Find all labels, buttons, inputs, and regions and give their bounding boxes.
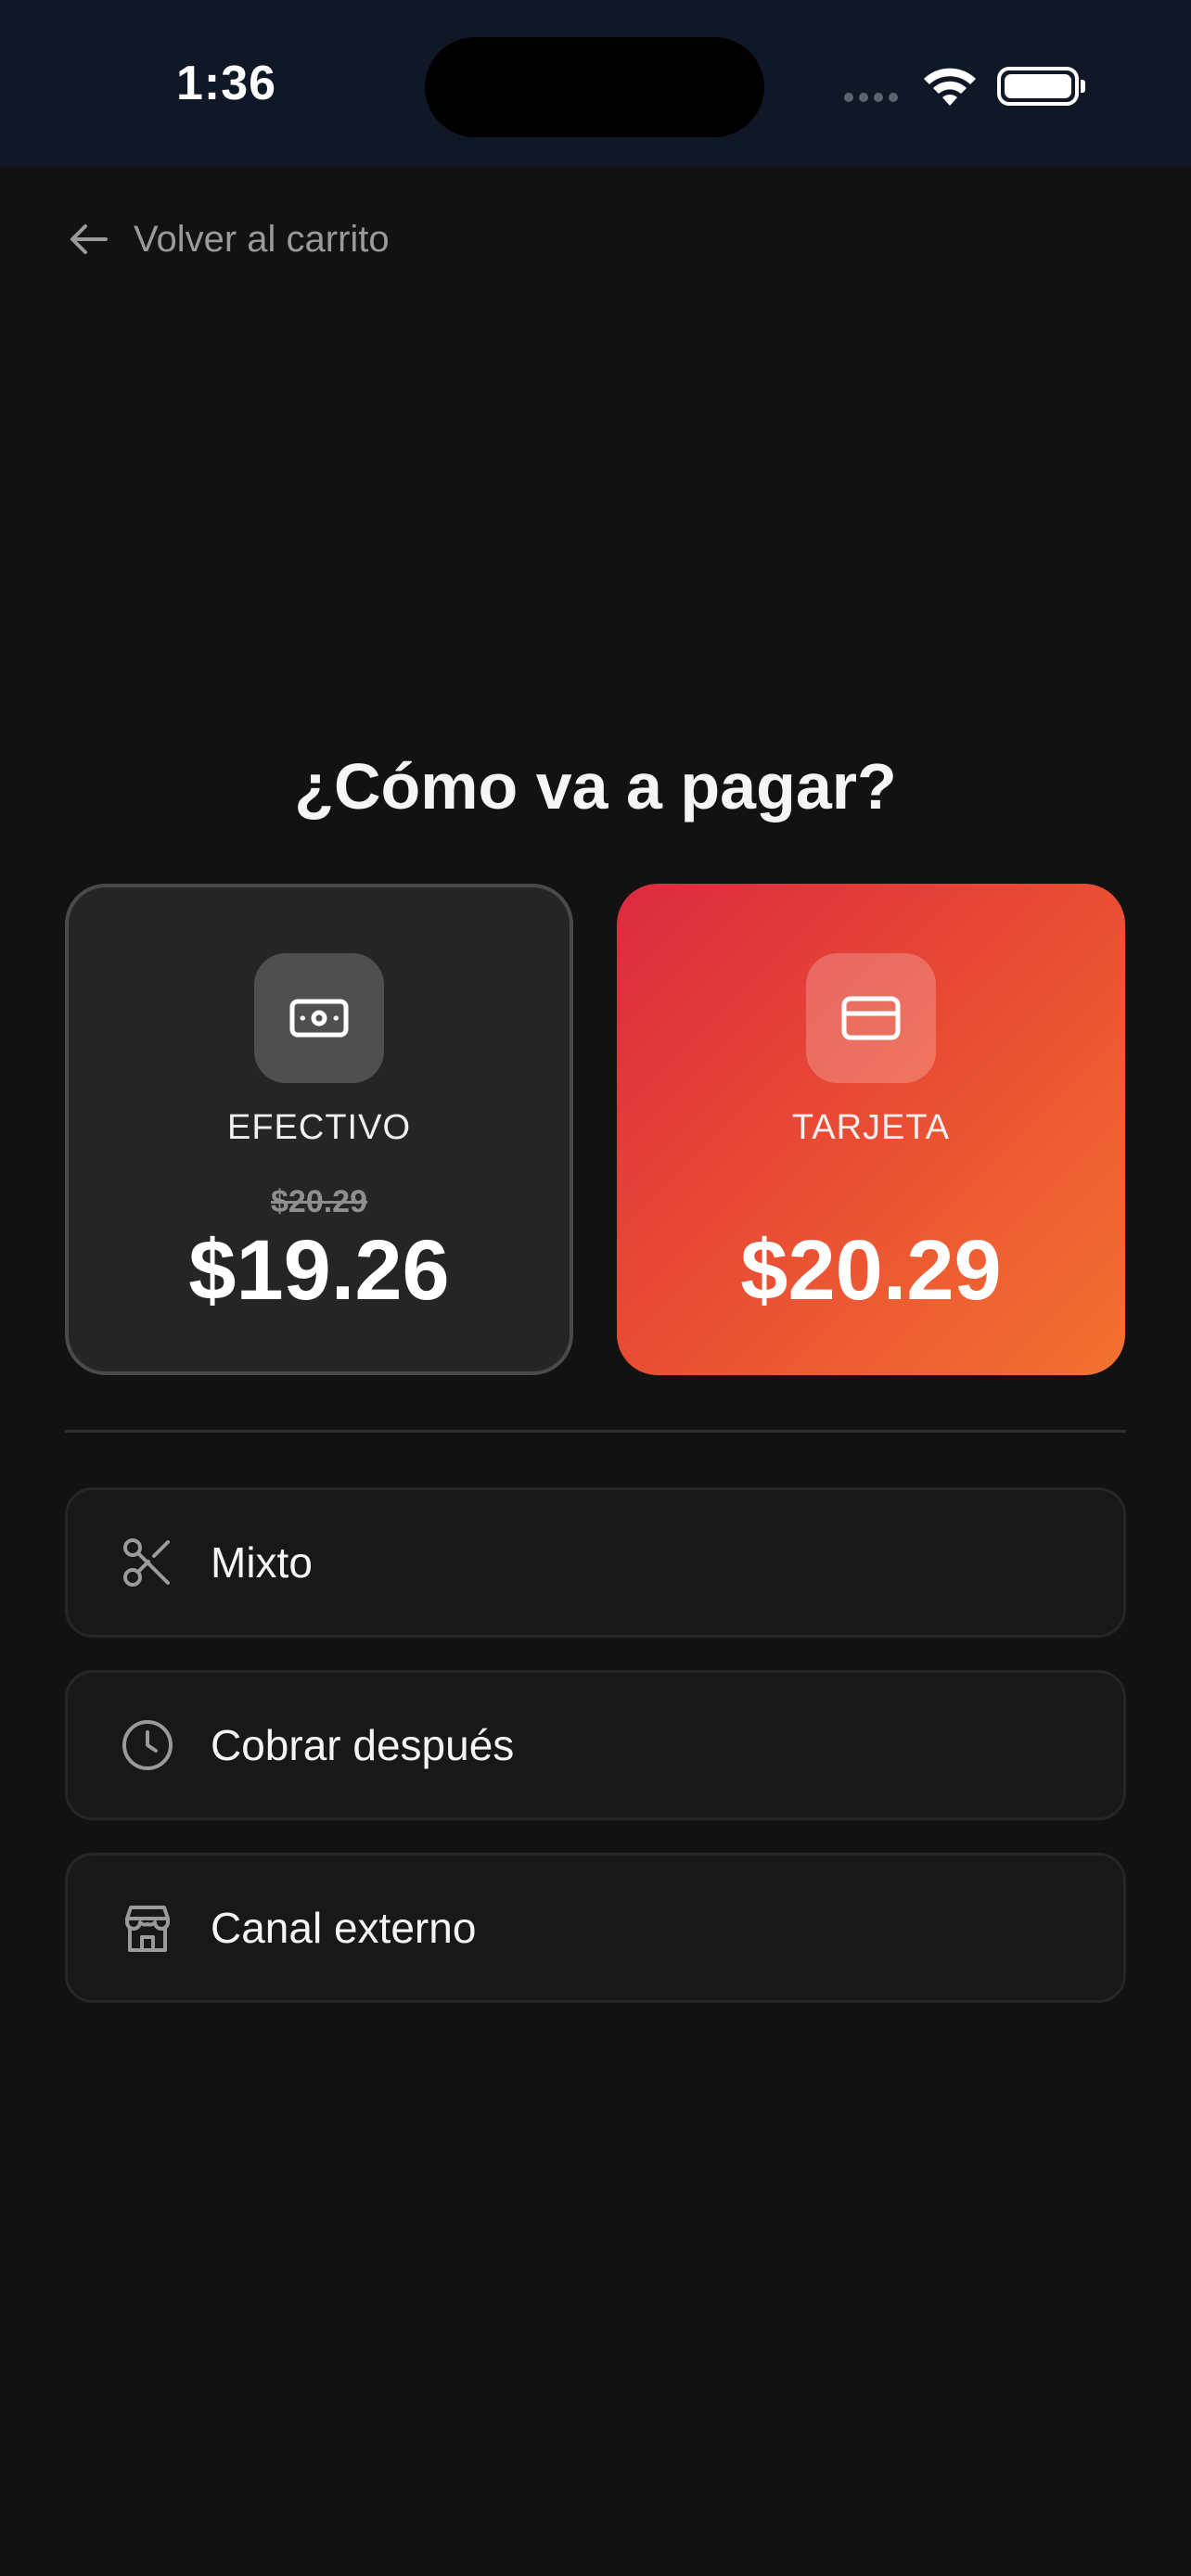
card-label: TARJETA (791, 1108, 951, 1147)
option-cobrar-despues[interactable]: Cobrar después (65, 1670, 1126, 1820)
scissors-icon (123, 1538, 170, 1587)
status-time: 1:36 (176, 57, 277, 110)
option-mixto[interactable]: Mixto (65, 1487, 1126, 1638)
cash-payment-card[interactable]: EFECTIVO $20.29 $19.26 (65, 884, 573, 1375)
dynamic-island (425, 37, 764, 137)
cash-original-price: $20.29 (271, 1184, 367, 1219)
option-label: Cobrar después (211, 1721, 515, 1769)
cash-icon-box (254, 953, 384, 1083)
cash-price: $19.26 (188, 1223, 450, 1318)
back-to-cart-button[interactable]: Volver al carrito (65, 211, 390, 267)
page-title: ¿Cómo va a pagar? (294, 750, 897, 823)
cash-label: EFECTIVO (226, 1108, 412, 1147)
option-canal-externo[interactable]: Canal externo (65, 1853, 1126, 2003)
store-icon (125, 1906, 170, 1952)
card-price: $20.29 (740, 1223, 1002, 1318)
clock-icon (122, 1720, 173, 1770)
back-label: Volver al carrito (134, 218, 390, 260)
status-bar: 1:36 (0, 0, 1191, 167)
divider (65, 1430, 1126, 1433)
option-label: Mixto (211, 1538, 313, 1587)
battery-icon (997, 67, 1085, 106)
wifi-icon (924, 68, 976, 106)
arrow-left-icon (70, 224, 108, 254)
card-payment-card[interactable]: TARJETA $20.29 (617, 884, 1125, 1375)
credit-card-icon (841, 996, 901, 1040)
cash-icon (289, 999, 349, 1038)
card-icon-box (806, 953, 936, 1083)
option-label: Canal externo (211, 1904, 477, 1952)
